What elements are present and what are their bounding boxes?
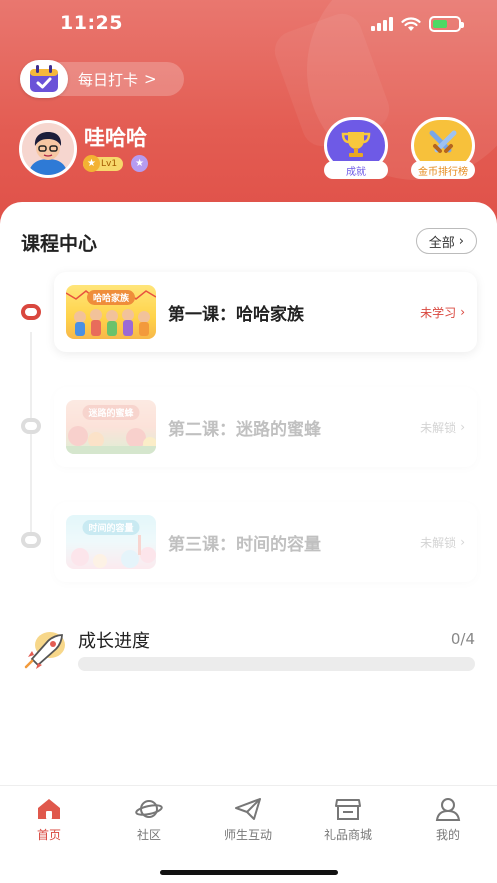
tab-profile[interactable]: 我的 [408,796,488,843]
growth-progress-title: 成长进度 [78,631,150,652]
view-all-label: 全部 [428,235,455,251]
tab-label: 首页 [36,828,61,842]
chevron-right-icon: › [460,420,465,434]
status-time: 11:25 [60,12,123,34]
signal-icon [371,17,393,31]
daily-checkin-button[interactable]: 每日打卡 > [20,60,184,98]
thumbnail-title: 哈哈家族 [86,290,136,305]
main-content: 课程中心 全部 › 哈哈家族 第一课：哈哈家族 未学习 › 迷路的蜜蜂 第二课：… [0,202,497,792]
lesson-thumbnail: 时间的容量 [66,515,156,569]
paper-plane-icon [208,796,288,822]
chevron-right-icon: › [460,305,465,319]
home-indicator [160,870,338,875]
rocket-icon [24,632,65,669]
lesson-title: 第三课：时间的容量 [168,534,321,555]
star-icon: ★ [83,154,100,172]
tab-community[interactable]: 社区 [109,796,189,843]
vip-star-icon: ★ [131,155,149,172]
level-badge: ★ Lv1 [83,154,124,172]
timeline-dot [21,418,41,434]
lesson-status-label: 未解锁 [420,420,457,435]
tab-bar: 首页 社区 师生互动 礼品商城 我的 [0,785,497,883]
leaderboard-label: 金币排行榜 [411,161,475,179]
level-label: Lv1 [101,158,118,169]
store-icon [308,796,388,822]
user-icon [408,796,488,822]
view-all-button[interactable]: 全部 › [415,228,477,254]
tab-label: 我的 [435,828,460,842]
timeline-line [30,332,32,537]
user-badges: ★ Lv1 ★ [83,154,149,172]
growth-progress-count: 0/4 [450,630,475,648]
timeline-dot [21,304,41,320]
section-title: 课程中心 [21,233,98,255]
lesson-thumbnail: 哈哈家族 [66,285,156,339]
lesson-card[interactable]: 时间的容量 第三课：时间的容量 未解锁 › [54,502,477,582]
chevron-right-icon: > [144,70,157,88]
achievement-label: 成就 [324,161,388,179]
wifi-icon [401,16,421,31]
chevron-right-icon: › [458,233,464,249]
calendar-check-icon [20,60,68,98]
tab-gift-store[interactable]: 礼品商城 [308,796,388,843]
thumbnail-title: 时间的容量 [82,520,140,535]
tab-interaction[interactable]: 师生互动 [208,796,288,843]
user-name: 哇哈哈 [84,126,147,150]
checkin-label: 每日打卡 [78,70,139,89]
lesson-status-label: 未解锁 [420,535,457,550]
lesson-status-label: 未学习 [420,305,457,320]
chevron-right-icon: › [460,535,465,549]
tab-label: 师生互动 [223,828,272,842]
growth-progress-bar [78,657,475,671]
lesson-status: 未解锁 › [420,419,465,436]
status-bar: 11:25 [0,0,497,48]
battery-icon [429,16,464,32]
lesson-title: 第二课：迷路的蜜蜂 [168,419,321,440]
lesson-thumbnail: 迷路的蜜蜂 [66,400,156,454]
home-icon [9,796,89,822]
planet-icon [109,796,189,822]
timeline-dot [21,532,41,548]
thumbnail-title: 迷路的蜜蜂 [82,405,140,420]
tab-label: 礼品商城 [323,828,372,842]
achievement-button[interactable]: 成就 [323,117,389,179]
tab-label: 社区 [136,828,161,842]
lesson-status: 未解锁 › [420,534,465,551]
lesson-card[interactable]: 迷路的蜜蜂 第二课：迷路的蜜蜂 未解锁 › [54,387,477,467]
tab-home[interactable]: 首页 [9,796,89,843]
avatar[interactable] [19,120,77,178]
status-icons [371,15,464,33]
lesson-card[interactable]: 哈哈家族 第一课：哈哈家族 未学习 › [54,272,477,352]
lesson-status: 未学习 › [420,304,465,321]
lesson-title: 第一课：哈哈家族 [168,304,304,325]
leaderboard-button[interactable]: 金币排行榜 [410,117,476,179]
